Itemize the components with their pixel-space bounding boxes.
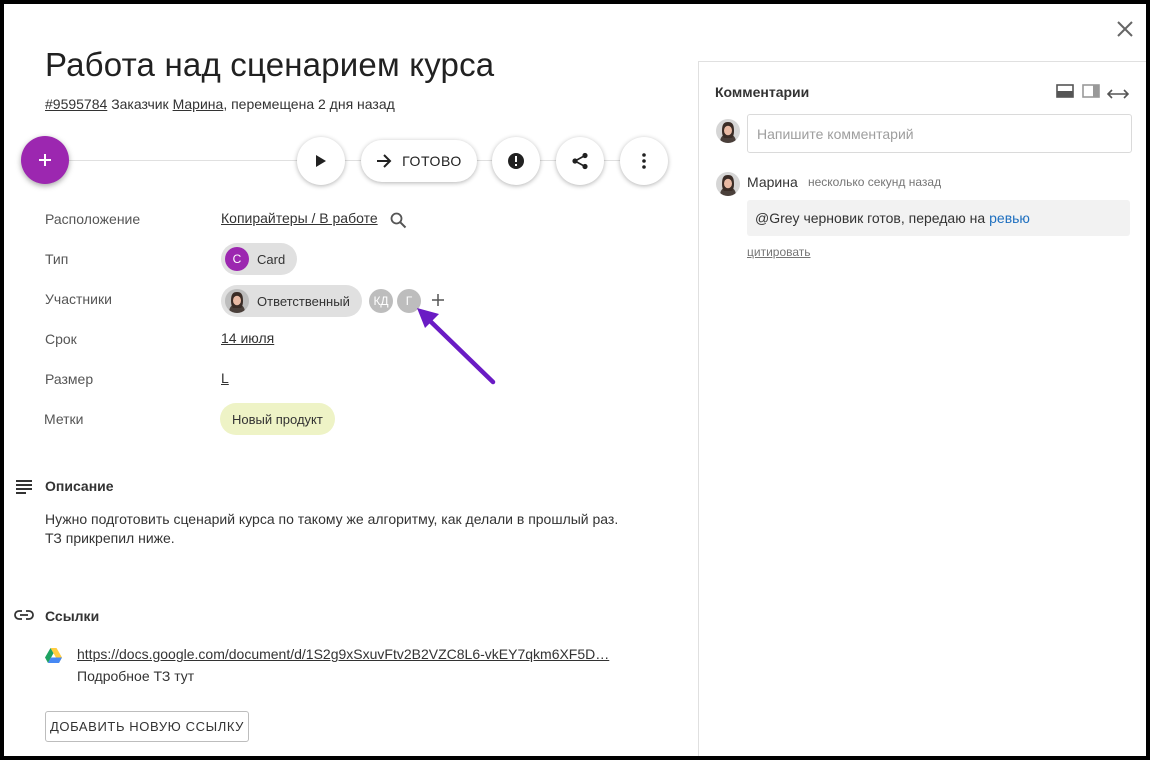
type-avatar: C — [225, 247, 249, 271]
link-icon — [14, 610, 34, 620]
user-avatar-icon — [716, 172, 740, 196]
subject-icon — [16, 480, 32, 494]
user-avatar-icon — [716, 119, 740, 143]
layout-bottom-icon — [1056, 84, 1074, 98]
members-label: Участники — [45, 291, 112, 307]
layout-bottom-button[interactable] — [1056, 84, 1074, 103]
type-value: Card — [257, 251, 286, 267]
customer-link[interactable]: Марина — [173, 96, 224, 112]
more-button[interactable] — [620, 137, 668, 185]
quote-link[interactable]: цитировать — [747, 245, 811, 259]
type-chip[interactable]: C Card — [221, 243, 298, 275]
close-icon — [1117, 21, 1133, 37]
comment-text: @Grey черновик готов, передаю на — [755, 210, 986, 226]
size-link[interactable]: L — [221, 370, 229, 386]
description-text[interactable]: Нужно подготовить сценарий курса по тако… — [45, 510, 618, 548]
done-label: ГОТОВО — [402, 153, 462, 169]
add-button[interactable] — [21, 136, 69, 184]
done-button[interactable]: ГОТОВО — [361, 140, 477, 182]
task-meta: #9595784 Заказчик Марина, перемещена 2 д… — [45, 96, 395, 112]
comment-link[interactable]: ревью — [989, 210, 1030, 226]
location-search-button[interactable] — [390, 212, 407, 234]
annotation-arrow — [417, 308, 496, 385]
comments-panel — [698, 61, 1146, 756]
layout-side-icon — [1082, 84, 1100, 98]
user-avatar-icon — [225, 289, 249, 313]
moved-text: , перемещена 2 дня назад — [223, 96, 395, 112]
task-id-link[interactable]: #9595784 — [45, 96, 107, 112]
size-label: Размер — [45, 371, 94, 387]
description-title: Описание — [45, 478, 114, 494]
comment-bubble: @Grey черновик готов, передаю на ревью — [747, 200, 1130, 236]
link-caption: Подробное ТЗ тут — [77, 668, 195, 684]
deadline-label: Срок — [45, 331, 77, 347]
search-icon — [390, 212, 407, 229]
block-button[interactable] — [492, 137, 540, 185]
layout-side-button[interactable] — [1082, 84, 1100, 103]
close-button[interactable] — [1112, 16, 1138, 42]
current-user-avatar — [716, 119, 740, 143]
comment-author-avatar — [716, 172, 740, 196]
description-line: Нужно подготовить сценарий курса по тако… — [45, 511, 619, 527]
add-link-button[interactable]: ДОБАВИТЬ НОВУЮ ССЫЛКУ — [45, 711, 249, 742]
customer-prefix: Заказчик — [111, 96, 169, 112]
type-label: Тип — [45, 251, 69, 267]
description-line: ТЗ прикрепил ниже. — [45, 530, 175, 546]
play-icon — [316, 155, 326, 167]
comment-author[interactable]: Марина — [747, 174, 798, 190]
add-icon — [39, 154, 51, 166]
more-vert-icon — [642, 153, 646, 169]
document-link[interactable]: https://docs.google.com/document/d/1S2g9… — [77, 646, 609, 662]
alert-icon — [508, 153, 524, 169]
start-button[interactable] — [297, 137, 345, 185]
expand-horizontal-icon — [1106, 89, 1130, 99]
arrow-right-icon — [377, 154, 392, 168]
deadline-link[interactable]: 14 июля — [221, 330, 274, 346]
expand-button[interactable] — [1106, 86, 1130, 104]
google-drive-icon — [45, 648, 62, 663]
share-icon — [572, 152, 588, 170]
location-label: Расположение — [45, 211, 141, 227]
task-title[interactable]: Работа над сценарием курса — [45, 46, 494, 84]
comments-title: Комментарии — [715, 84, 810, 100]
responsible-chip[interactable]: Ответственный — [221, 285, 362, 317]
comment-time: несколько секунд назад — [808, 175, 942, 189]
tags-label: Метки — [44, 411, 84, 427]
comment-input[interactable] — [747, 114, 1132, 153]
responsible-label: Ответственный — [257, 293, 350, 309]
links-title: Ссылки — [45, 608, 100, 624]
avatar — [225, 289, 249, 313]
location-link[interactable]: Копирайтеры / В работе — [221, 210, 378, 226]
member-kd-avatar[interactable]: КД — [369, 289, 393, 313]
share-button[interactable] — [556, 137, 604, 185]
task-card-window: Работа над сценарием курса #9595784 Зака… — [4, 4, 1146, 756]
tag-chip[interactable]: Новый продукт — [220, 403, 335, 435]
